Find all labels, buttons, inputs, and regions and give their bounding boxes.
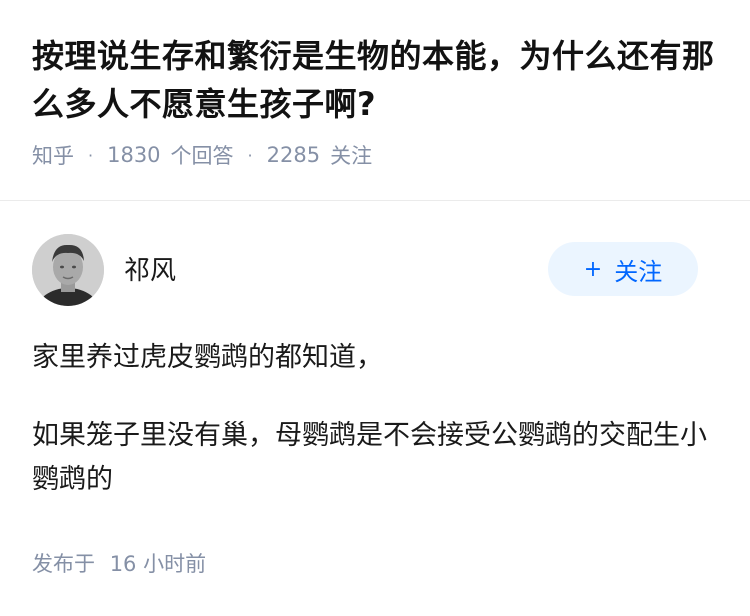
question-meta: 知乎 · 1830 个回答 · 2285 关注: [32, 140, 718, 170]
avatar[interactable]: [32, 234, 104, 306]
followers-count: 2285: [266, 143, 321, 167]
publish-time-value: 16 小时前: [109, 552, 207, 576]
follow-button[interactable]: + 关注: [548, 242, 698, 296]
answers-label: 个回答: [170, 144, 234, 168]
answer-card: 祁风 + 关注 家里养过虎皮鹦鹉的都知道， 如果笼子里没有巢，母鹦鹉是不会接受公…: [32, 234, 718, 502]
section-divider: [0, 200, 750, 201]
follow-button-label: 关注: [614, 257, 663, 286]
meta-separator: ·: [88, 145, 94, 165]
question-header: 按理说生存和繁衍是生物的本能，为什么还有那么多人不愿意生孩子啊? 知乎 · 18…: [0, 0, 750, 170]
source-label[interactable]: 知乎: [32, 140, 74, 170]
plus-icon: +: [583, 256, 603, 282]
author-row: 祁风 + 关注: [32, 234, 718, 306]
publish-label: 发布于: [32, 552, 95, 576]
followers-label: 关注: [330, 144, 373, 168]
zhihu-question-page: 按理说生存和繁衍是生物的本能，为什么还有那么多人不愿意生孩子啊? 知乎 · 18…: [0, 0, 750, 616]
author-name[interactable]: 祁风: [124, 250, 176, 287]
question-title[interactable]: 按理说生存和繁衍是生物的本能，为什么还有那么多人不愿意生孩子啊?: [32, 32, 718, 128]
user-avatar-photo-icon: [32, 234, 104, 306]
answer-paragraph: 如果笼子里没有巢，母鹦鹉是不会接受公鹦鹉的交配生小鹦鹉的: [32, 420, 707, 495]
meta-separator: ·: [247, 145, 253, 165]
publish-time: 发布于 16 小时前: [32, 548, 206, 578]
answer-paragraph: 家里养过虎皮鹦鹉的都知道，: [32, 342, 383, 373]
answer-body[interactable]: 家里养过虎皮鹦鹉的都知道， 如果笼子里没有巢，母鹦鹉是不会接受公鹦鹉的交配生小鹦…: [32, 336, 718, 502]
answers-count: 1830: [107, 143, 161, 167]
